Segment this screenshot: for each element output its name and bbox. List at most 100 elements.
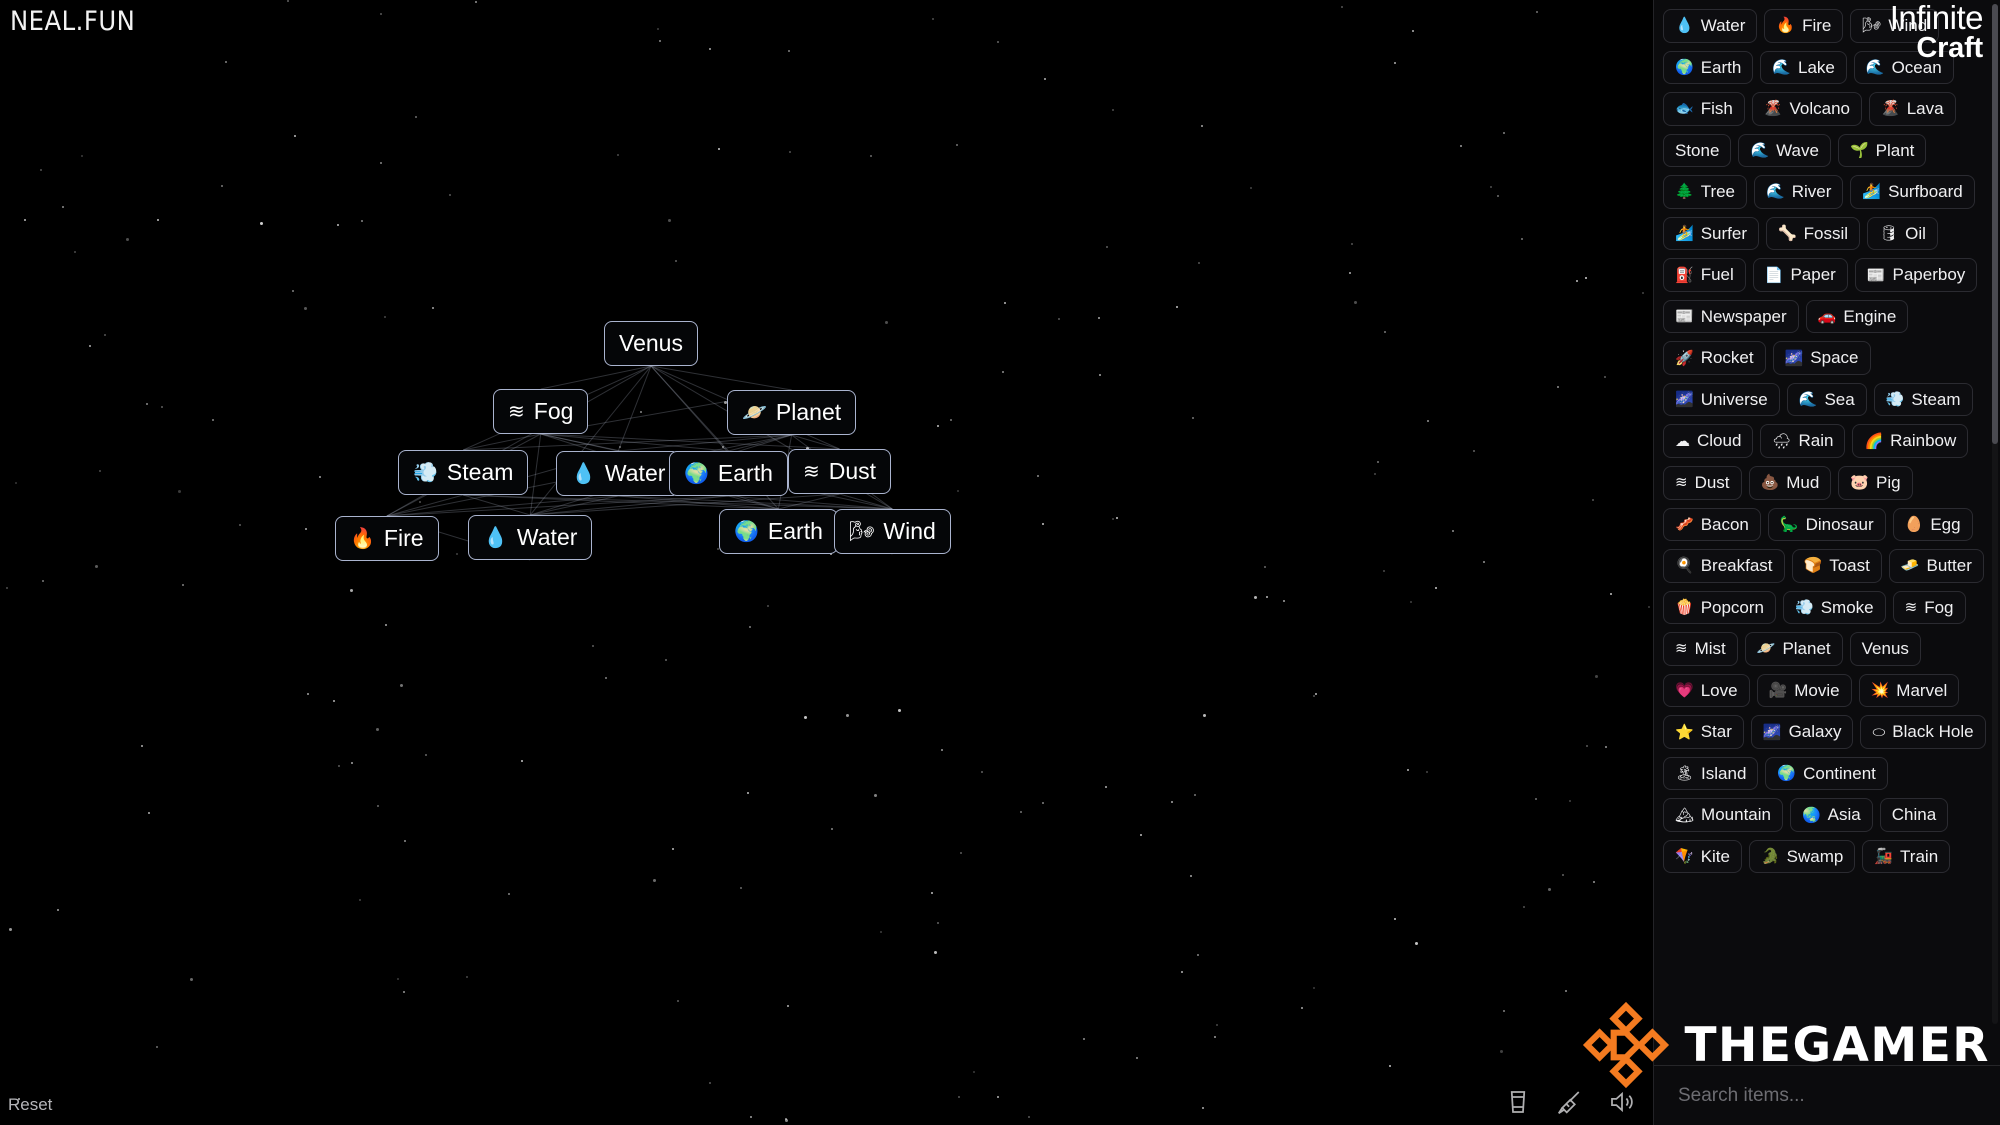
item-asia[interactable]: 🌏 Asia [1789,798,1873,832]
canvas-node-earth[interactable]: 🌍 Earth [669,451,788,496]
item-kite[interactable]: 🪁 Kite [1663,839,1742,874]
item-earth[interactable]: 🌍 Earth [1663,50,1754,85]
reset-button[interactable]: Reset [8,1095,52,1115]
speaker-icon[interactable] [1607,1087,1637,1117]
canvas-node-water[interactable]: 💧 Water [468,515,593,560]
item-egg[interactable]: 🥚 Egg [1892,507,1973,542]
item-label: Tree [1700,182,1736,202]
item-breakfast[interactable]: 🍳 Breakfast [1663,549,1785,583]
item-marvel[interactable]: 💥 Marvel [1858,673,1960,708]
item-fuel[interactable]: ⛽ Fuel [1663,258,1746,292]
item-label: Fish [1700,99,1733,119]
item-rainbow[interactable]: 🌈 Rainbow [1852,424,1969,459]
item-galaxy[interactable]: 🌌 Galaxy [1750,715,1854,749]
item-cloud[interactable]: ☁ Cloud [1663,424,1754,459]
item-mist[interactable]: ≋ Mist [1663,632,1738,666]
star [1482,560,1485,563]
item-swamp[interactable]: 🐊 Swamp [1748,839,1856,874]
item-star[interactable]: ⭐ Star [1663,715,1744,749]
item-stone[interactable]: Stone [1663,133,1732,168]
items-list[interactable]: 💧 Water 🔥 Fire 🌬 Wind 🌍 Earth 🌊 Lake 🌊 Ocean 🐟 Fish 🌋 V… [1654,0,2000,1065]
item-volcano[interactable]: 🌋 Volcano [1751,92,1862,126]
item-pig[interactable]: 🐷 Pig [1838,466,1913,500]
sidebar-scrollbar-thumb[interactable] [1992,4,1998,444]
item-water[interactable]: 💧 Water [1663,9,1758,43]
item-movie[interactable]: 🎥 Movie [1756,673,1852,708]
star [934,950,938,954]
item-smoke[interactable]: 💨 Smoke [1783,590,1886,625]
star [1585,276,1588,279]
canvas-node-fire[interactable]: 🔥 Fire [335,516,439,561]
sidebar-scrollbar-track[interactable] [1992,4,1998,1024]
item-planet[interactable]: 🪐 Planet [1744,632,1843,666]
broom-icon[interactable] [1555,1087,1585,1117]
item-newspaper[interactable]: 📰 Newspaper [1663,299,1799,334]
star [1003,301,1006,304]
earth-icon: 🌏 [1801,806,1821,824]
item-rain[interactable]: 🌧 Rain [1760,424,1846,459]
coffee-icon[interactable] [1503,1087,1533,1117]
canvas-node-planet[interactable]: 🪐 Planet [727,390,857,435]
item-lava[interactable]: 🌋 Lava [1869,92,1956,126]
item-dust[interactable]: ≋ Dust [1663,466,1742,500]
canvas-node-earth[interactable]: 🌍 Earth [719,509,838,554]
item-fossil[interactable]: 🦴 Fossil [1765,216,1861,251]
item-wave[interactable]: 🌊 Wave [1738,133,1831,168]
item-surfer[interactable]: 🏄 Surfer [1663,216,1759,251]
item-plant[interactable]: 🌱 Plant [1837,133,1927,168]
item-steam[interactable]: 💨 Steam [1873,382,1973,417]
search-input[interactable] [1676,1083,1978,1108]
item-surfboard[interactable]: 🏄 Surfboard [1850,175,1975,209]
canvas-node-water[interactable]: 💧 Water [556,451,681,496]
canvas-node-venus[interactable]: Venus [604,321,698,366]
island-icon: 🏝 [1675,765,1695,783]
item-island[interactable]: 🏝 Island [1663,756,1759,791]
item-engine[interactable]: 🚗 Engine [1805,299,1909,334]
frying-pan-icon: 🍳 [1675,557,1694,575]
canvas-node-dust[interactable]: ≋ Dust [788,449,892,494]
neal-fun-logo[interactable]: NEAL.FUN [10,6,135,37]
item-space[interactable]: 🌌 Space [1772,341,1871,375]
star [1523,906,1526,909]
item-toast[interactable]: 🍞 Toast [1791,549,1882,583]
star [1181,970,1184,973]
item-mountain[interactable]: 🏔 Mountain [1663,798,1783,832]
item-sea[interactable]: 🌊 Sea [1786,382,1867,417]
item-fish[interactable]: 🐟 Fish [1663,92,1745,126]
item-dinosaur[interactable]: 🦕 Dinosaur [1767,507,1886,542]
item-mud[interactable]: 💩 Mud [1748,466,1832,500]
wave-icon: 🌊 [1750,141,1770,159]
item-paper[interactable]: 📄 Paper [1752,258,1848,292]
item-continent[interactable]: 🌍 Continent [1765,756,1888,791]
item-river[interactable]: 🌊 River [1754,175,1844,209]
item-butter[interactable]: 🧈 Butter [1888,549,1984,583]
item-black-hole[interactable]: ⬭ Black Hole [1860,715,1986,749]
star [677,1000,680,1003]
item-train[interactable]: 🚂 Train [1862,839,1951,874]
canvas-node-wind[interactable]: 🌬 Wind [834,509,951,554]
star [749,1116,752,1119]
item-fog[interactable]: ≋ Fog [1892,590,1966,625]
item-tree[interactable]: 🌲 Tree [1663,175,1748,209]
item-label: Stone [1675,140,1720,160]
item-popcorn[interactable]: 🍿 Popcorn [1663,590,1777,625]
item-love[interactable]: 💗 Love [1663,673,1750,708]
craft-canvas[interactable]: Venus ≋ Fog 🪐 Planet 💨 Steam 💧 Water 🌍 Earth ≋ Dust 🔥… [0,0,1653,1125]
item-fire[interactable]: 🔥 Fire [1764,9,1844,43]
item-oil[interactable]: 🛢 Oil [1867,216,1938,251]
star [1521,237,1524,240]
item-rocket[interactable]: 🚀 Rocket [1663,341,1766,375]
item-china[interactable]: China [1879,798,1949,832]
item-label: Fossil [1803,223,1849,243]
item-paperboy[interactable]: 📰 Paperboy [1854,258,1978,292]
cloud-icon: ☁ [1675,432,1690,450]
item-venus[interactable]: Venus [1849,632,1921,666]
item-bacon[interactable]: 🥓 Bacon [1663,507,1761,542]
item-lake[interactable]: 🌊 Lake [1760,50,1847,85]
item-label: Fog [1924,597,1954,617]
canvas-node-fog[interactable]: ≋ Fog [493,389,589,434]
star [932,18,935,21]
search-bar[interactable] [1654,1065,2000,1125]
item-universe[interactable]: 🌌 Universe [1663,382,1780,417]
canvas-node-steam[interactable]: 💨 Steam [398,450,529,495]
